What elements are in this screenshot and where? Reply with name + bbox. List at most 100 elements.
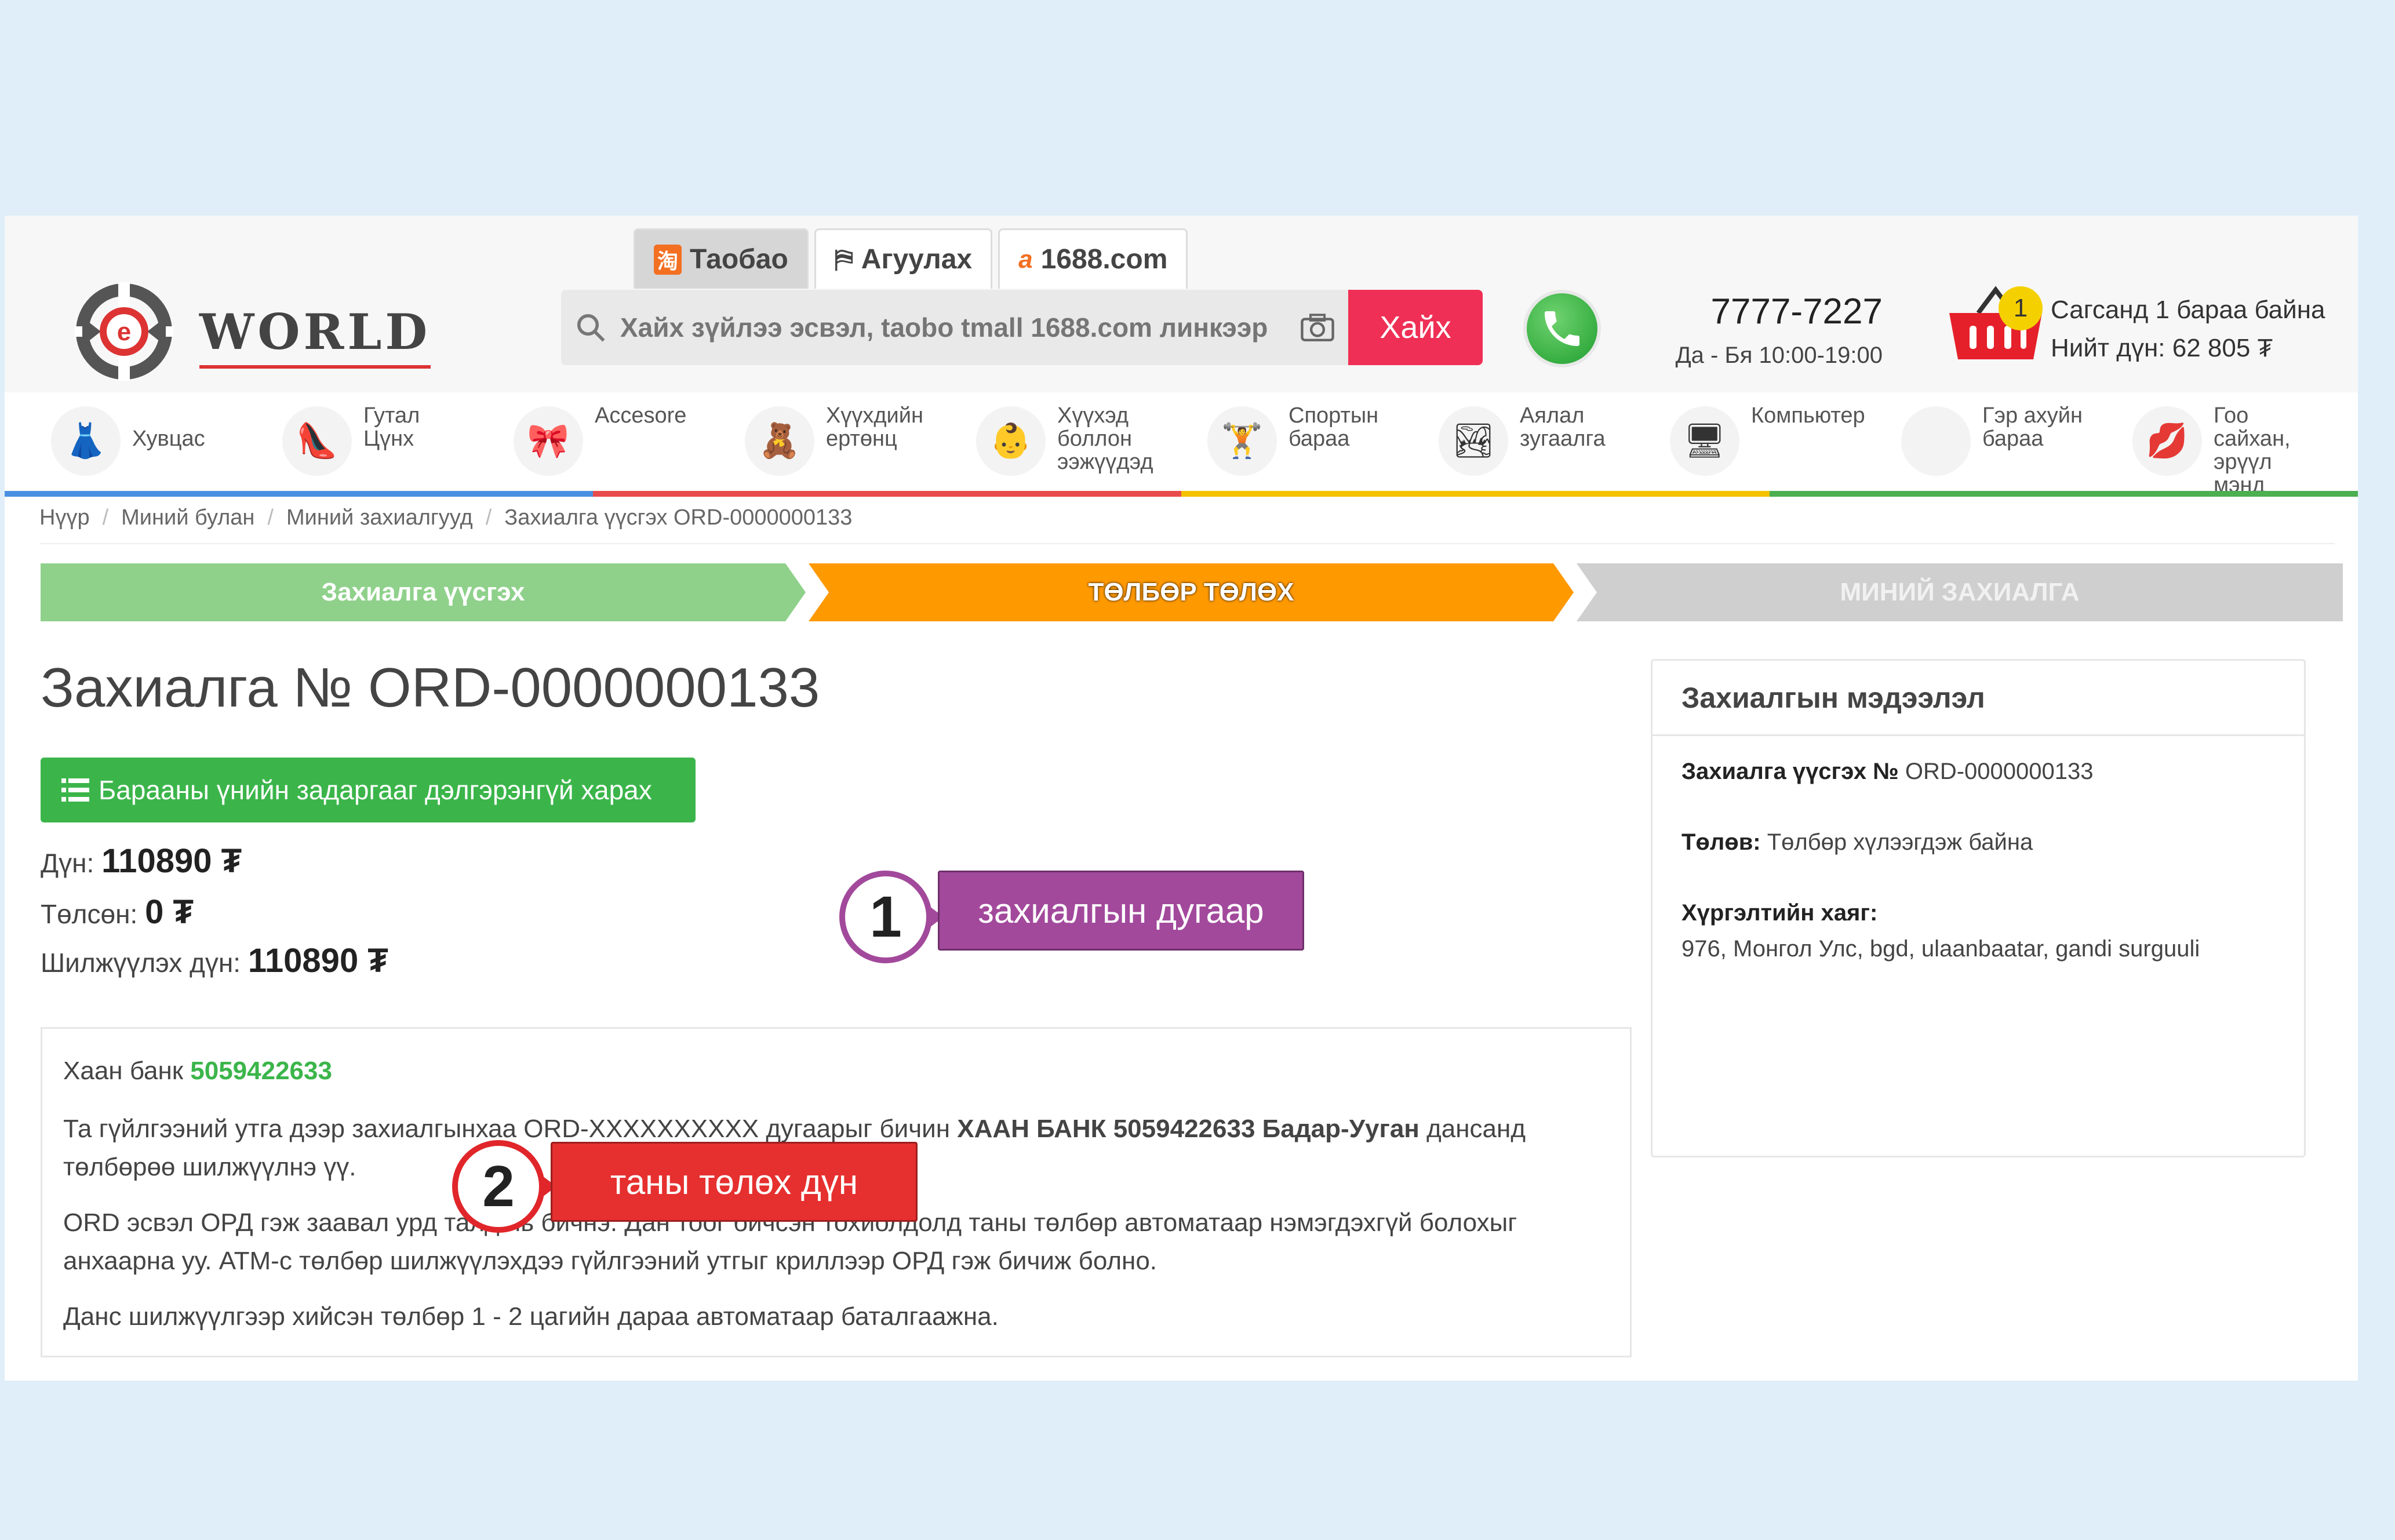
- instruction-bold: ХААН БАНК 5059422633 Бадар-Уугaн: [957, 1115, 1419, 1143]
- search-box: [561, 290, 1348, 365]
- breadcrumb-separator: /: [267, 505, 274, 530]
- alibaba-icon: a: [1018, 245, 1033, 274]
- category-label: Спортын бараа: [1289, 403, 1379, 451]
- tab-label: 1688.com: [1040, 244, 1168, 275]
- teddy-icon: 🧸: [745, 406, 814, 476]
- callout-1-label: захиалгын дугаар: [938, 871, 1304, 951]
- category-shoes-bags[interactable]: 👠 Гутал Цүнх: [236, 392, 467, 491]
- info-label: Төлөв:: [1681, 829, 1761, 855]
- app-window: e WORLD 淘 Таобао ⛿ Агуулах a 1688.com Ха…: [5, 216, 2358, 1381]
- bank-account-number: 5059422633: [190, 1057, 332, 1085]
- cart-items-text: Сагсанд 1 бараа байна: [2051, 296, 2325, 324]
- baby-icon: 👶: [976, 406, 1046, 476]
- phone-info: 7777-7227 Да - Бя 10:00-19:00: [1662, 291, 1883, 369]
- category-accessories[interactable]: 🎀 Accesore: [467, 392, 698, 491]
- category-travel[interactable]: 🏞 Аялал зугаалга: [1392, 392, 1624, 491]
- tab-taobao[interactable]: 淘 Таобао: [634, 228, 809, 289]
- order-title: Захиалга № ORD-0000000133: [41, 657, 820, 719]
- category-label: Гутал Цүнх: [363, 403, 420, 451]
- category-home[interactable]: Гэр ахуйн бараа: [1855, 392, 2086, 491]
- search-bar: Хайх: [561, 290, 1483, 365]
- search-icon: [577, 314, 605, 342]
- bank-instruction-3: Данс шилжүүлгээр хийсэн төлбөр 1 - 2 цаг…: [63, 1302, 999, 1331]
- cart-count-badge: 1: [1999, 286, 2043, 330]
- breadcrumb-my-corner[interactable]: Миний булан: [121, 505, 254, 530]
- transfer-row: Шилжүүлэх дүн: 110890 ₮: [41, 941, 388, 980]
- step-my-order: МИНИЙ ЗАХИАЛГА: [1577, 563, 2343, 621]
- breadcrumb-current: Захиалга үүсгэх ORD-0000000133: [504, 505, 853, 530]
- price-details-button[interactable]: Барааны үнийн задаргааг дэлгэрэнгүй хара…: [41, 758, 696, 822]
- category-label: Гэр ахуйн бараа: [1982, 403, 2083, 451]
- category-label: Хувцас: [132, 427, 205, 451]
- bank-name: Хаан банк: [63, 1057, 184, 1085]
- logo-icon: e: [75, 282, 173, 381]
- amount-row: Дүн: 110890 ₮: [41, 842, 242, 880]
- source-tabs: 淘 Таобао ⛿ Агуулах a 1688.com: [634, 228, 1188, 289]
- price-details-label: Барааны үнийн задаргааг дэлгэрэнгүй хара…: [99, 775, 652, 805]
- category-beauty[interactable]: 💋 Гоо сайхан, эрүүл мэнд: [2086, 392, 2317, 497]
- transfer-label: Шилжүүлэх дүн:: [41, 948, 241, 978]
- site-header: e WORLD 淘 Таобао ⛿ Агуулах a 1688.com Ха…: [5, 216, 2358, 392]
- category-label: Хүүхэд боллон ээжүүдэд: [1057, 403, 1153, 474]
- breadcrumb-separator: /: [102, 505, 109, 530]
- instruction-text: Та гүйлгээний утга дээр захиалгынхаа ORD…: [63, 1115, 958, 1143]
- amount-label: Дүн:: [41, 848, 94, 878]
- tab-1688[interactable]: a 1688.com: [998, 228, 1188, 289]
- info-address: Хүргэлтийн хаяг: 976, Монгол Улс, bgd, u…: [1681, 895, 2275, 967]
- step-payment: ТӨЛБӨР ТӨЛӨХ: [809, 563, 1574, 621]
- paid-label: Төлсөн:: [41, 899, 138, 929]
- clothes-icon: 👗: [51, 406, 121, 476]
- cart-summary[interactable]: Сагсанд 1 бараа байна Нийт дүн: 62 805 ₮: [2051, 291, 2325, 367]
- shoe-icon: 👠: [282, 406, 352, 476]
- info-value: ORD-0000000133: [1898, 759, 2094, 784]
- category-label: Аялал зугаалга: [1520, 403, 1606, 451]
- tab-warehouse[interactable]: ⛿ Агуулах: [814, 228, 993, 289]
- amount-value: 110890 ₮: [101, 842, 242, 880]
- info-order-number: Захиалга үүсгэх № ORD-0000000133: [1681, 753, 2275, 789]
- category-mothers[interactable]: 👶 Хүүхэд боллон ээжүүдэд: [930, 392, 1161, 491]
- breadcrumb-separator: /: [485, 505, 492, 530]
- category-sports[interactable]: 🏋 Спортын бараа: [1161, 392, 1392, 491]
- info-status: Төлөв: Төлбөр хүлээгдэж байна: [1681, 824, 2275, 860]
- travel-icon: 🏞: [1439, 406, 1508, 476]
- category-computer[interactable]: 🖥 Компьютер: [1624, 392, 1865, 491]
- category-label: Гоо сайхан, эрүүл мэнд: [2214, 403, 2291, 497]
- category-bar: 👗 Хувцас 👠 Гутал Цүнх 🎀 Accesore 🧸 Хүүхд…: [5, 392, 2358, 497]
- paid-row: Төлсөн: 0 ₮: [41, 893, 194, 931]
- phone-call-icon[interactable]: [1523, 290, 1601, 367]
- lips-icon: 💋: [2132, 406, 2202, 476]
- info-label: Хүргэлтийн хаяг:: [1681, 900, 1878, 926]
- breadcrumb-my-orders[interactable]: Миний захиалгууд: [286, 505, 473, 530]
- computer-icon: 🖥: [1670, 406, 1739, 476]
- info-value: Төлбөр хүлээгдэж байна: [1760, 829, 2033, 855]
- search-input[interactable]: [620, 312, 1287, 343]
- bank-account-line: Хаан банк 5059422633: [63, 1052, 1609, 1090]
- info-label: Захиалга үүсгэх №: [1681, 759, 1899, 784]
- phone-number[interactable]: 7777-7227: [1662, 291, 1883, 332]
- cart-flag-icon: ⛿: [834, 245, 853, 274]
- taobao-icon: 淘: [654, 244, 682, 275]
- category-color-strip: [5, 491, 2358, 497]
- breadcrumb: Нүүр / Миний булан / Миний захиалгууд / …: [39, 505, 852, 530]
- transfer-value: 110890 ₮: [247, 942, 388, 980]
- panel-body: Захиалга үүсгэх № ORD-0000000133 Төлөв: …: [1653, 736, 2304, 1019]
- tab-label: Таобао: [690, 244, 788, 275]
- step-create-order: Захиалга үүсгэх: [41, 563, 806, 621]
- category-label: Accesore: [595, 403, 687, 428]
- info-value: 976, Монгол Улс, bgd, ulaanbaatar, gandi…: [1681, 936, 2200, 962]
- working-hours: Да - Бя 10:00-19:00: [1675, 343, 1883, 368]
- panel-title: Захиалгын мэдээлэл: [1653, 661, 2304, 736]
- callout-1-number: 1: [839, 871, 932, 963]
- camera-icon[interactable]: [1301, 313, 1334, 342]
- paid-value: 0 ₮: [145, 893, 194, 931]
- site-logo[interactable]: e WORLD: [60, 279, 431, 384]
- breadcrumb-home[interactable]: Нүүр: [39, 505, 90, 530]
- tab-label: Агуулах: [861, 244, 973, 275]
- divider: [39, 543, 2335, 544]
- bowtie-icon: 🎀: [514, 406, 583, 476]
- category-clothes[interactable]: 👗 Хувцас: [5, 392, 236, 491]
- category-label: Хүүхдийн ертөнц: [826, 403, 923, 451]
- order-info-panel: Захиалгын мэдээлэл Захиалга үүсгэх № ORD…: [1651, 659, 2306, 1157]
- search-button[interactable]: Хайх: [1348, 290, 1483, 365]
- category-kids[interactable]: 🧸 Хүүхдийн ертөнц: [698, 392, 930, 491]
